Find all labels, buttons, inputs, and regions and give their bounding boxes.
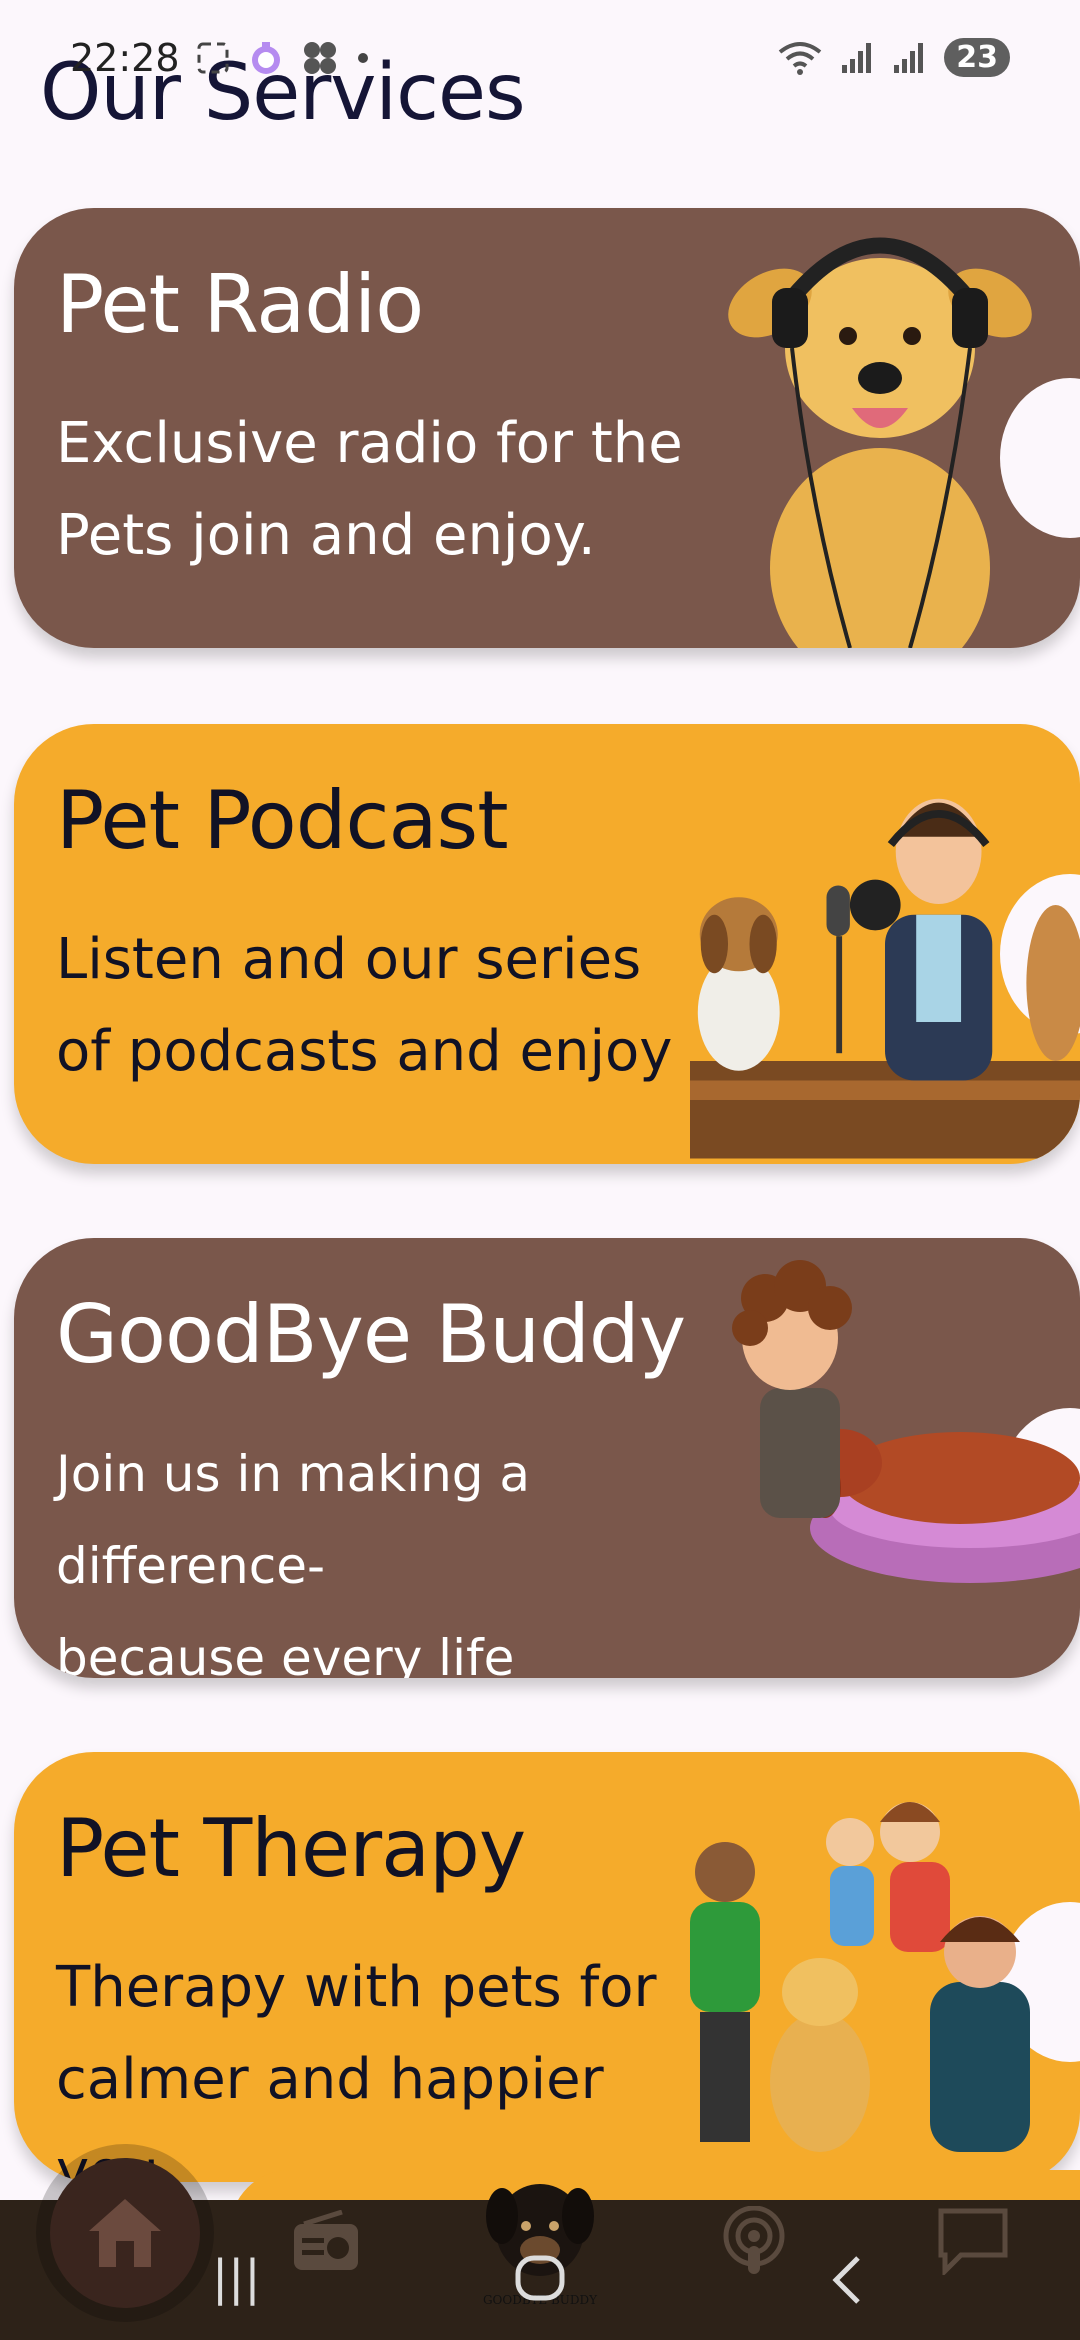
- timer-app-icon: [252, 42, 280, 74]
- card-description: Therapy with pets for calmer and happier…: [56, 1955, 657, 2182]
- card-description: Listen and our series of podcasts and en…: [56, 927, 673, 1084]
- card-title: GoodBye Buddy: [56, 1288, 686, 1381]
- pet-podcast-card[interactable]: Pet Podcast Listen and our series of pod…: [14, 724, 1080, 1164]
- card-description: Join us in making a difference- because …: [56, 1445, 531, 1678]
- home-icon: [89, 2199, 161, 2267]
- screenshot-icon: [197, 42, 229, 74]
- card-title: Pet Podcast: [56, 774, 509, 867]
- pet-radio-card[interactable]: Pet Radio Exclusive radio for the Pets j…: [14, 208, 1080, 648]
- chat-icon[interactable]: [935, 2205, 1011, 2275]
- card-title: Pet Therapy: [56, 1802, 526, 1895]
- people-with-therapy-dog-image: [690, 1802, 1030, 2152]
- recents-button[interactable]: |||: [212, 2250, 261, 2306]
- goodbye-buddy-card[interactable]: GoodBye Buddy Join us in making a differ…: [14, 1238, 1080, 1678]
- back-button[interactable]: [826, 2252, 866, 2308]
- battery-indicator: 23: [944, 38, 1010, 77]
- wifi-icon: [779, 41, 822, 75]
- card-title: Pet Radio: [56, 258, 424, 351]
- signal-icon-1: [842, 42, 872, 73]
- podcast-icon[interactable]: [720, 2206, 788, 2276]
- fan-icon: [304, 42, 336, 74]
- boy-comforting-dog-image: [732, 1260, 1080, 1583]
- status-icons-right: 23: [778, 38, 1010, 77]
- dog-with-headphones-image: [728, 237, 1032, 648]
- status-icons-left: [196, 40, 370, 76]
- signal-icon-2: [894, 42, 924, 73]
- status-time: 22:28: [70, 36, 180, 80]
- podcast-host-with-dogs-image: [690, 798, 1080, 1159]
- radio-icon[interactable]: [290, 2210, 362, 2274]
- home-tab-button[interactable]: [50, 2158, 200, 2308]
- pet-therapy-card[interactable]: Pet Therapy Therapy with pets for calmer…: [14, 1752, 1080, 2182]
- card-description: Exclusive radio for the Pets join and en…: [56, 411, 683, 568]
- status-bar: 22:28 23: [0, 0, 1080, 120]
- home-system-button[interactable]: [512, 2250, 568, 2306]
- notification-dot-icon: [358, 53, 368, 63]
